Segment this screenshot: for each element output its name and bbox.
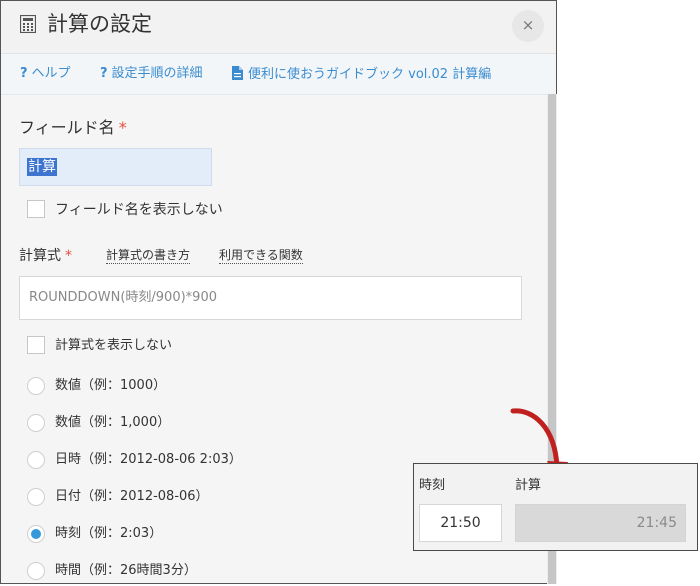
format-radio-label[interactable]: 時刻（例：2:03） [55,526,162,542]
time-column-header: 時刻 [419,478,446,493]
field-name-label-text: フィールド名 [19,118,115,137]
field-name-value: 計算 [27,158,57,176]
formula-input[interactable]: ROUNDDOWN(時刻/900)*900 [19,276,522,320]
hide-formula-checkbox[interactable] [27,336,45,354]
format-radio[interactable] [27,562,45,580]
time-field[interactable]: 21:50 [419,504,502,542]
required-mark: * [65,248,72,264]
format-radio-label[interactable]: 時間（例：26時間3分） [55,563,197,579]
calculator-icon [20,15,36,33]
setup-steps-link[interactable]: ? 設定手順の詳細 [100,66,203,82]
formula-howto-link[interactable]: 計算式の書き方 [106,248,191,264]
format-radio-label[interactable]: 数値（例：1000） [55,378,166,394]
calc-result-field: 21:45 [515,504,686,542]
format-radio[interactable] [27,414,45,432]
example-panel: 時刻 計算 21:50 21:45 [413,463,698,551]
hide-field-name-checkbox[interactable] [27,200,45,218]
dialog-header: 計算の設定 × [1,1,556,54]
dialog-title: 計算の設定 [47,12,152,36]
guidebook-link[interactable]: 便利に使おうガイドブック vol.02 計算編 [232,66,491,83]
hide-field-name-label[interactable]: フィールド名を表示しない [55,201,223,219]
setup-steps-label: 設定手順の詳細 [111,66,203,81]
format-radio[interactable] [27,451,45,469]
field-name-input[interactable]: 計算 [19,148,212,186]
format-radio-label[interactable]: 日付（例：2012-08-06） [55,489,209,505]
formula-label-text: 計算式 [19,248,61,264]
hide-formula-label[interactable]: 計算式を表示しない [55,337,172,355]
document-icon [232,66,243,80]
available-functions-link[interactable]: 利用できる関数 [219,248,303,264]
format-radio-label[interactable]: 日時（例：2012-08-06 2:03） [55,452,242,468]
calc-column-header: 計算 [515,478,542,493]
format-radio[interactable] [27,377,45,395]
formula-label: 計算式 * [19,247,72,265]
help-link[interactable]: ? ヘルプ [20,66,71,82]
help-bar: ? ヘルプ ? 設定手順の詳細 便利に使おうガイドブック vol.02 計算編 [1,54,556,95]
field-name-label: フィールド名 * [19,118,127,138]
required-mark: * [118,118,127,137]
question-icon: ? [100,66,108,81]
guidebook-label: 便利に使おうガイドブック vol.02 計算編 [248,67,492,82]
format-radio-label[interactable]: 数値（例：1,000） [55,415,170,431]
close-button[interactable]: × [512,10,544,42]
question-icon: ? [20,66,28,81]
format-radio[interactable] [27,488,45,506]
help-link-label: ヘルプ [31,66,71,81]
format-radio[interactable] [27,525,45,543]
